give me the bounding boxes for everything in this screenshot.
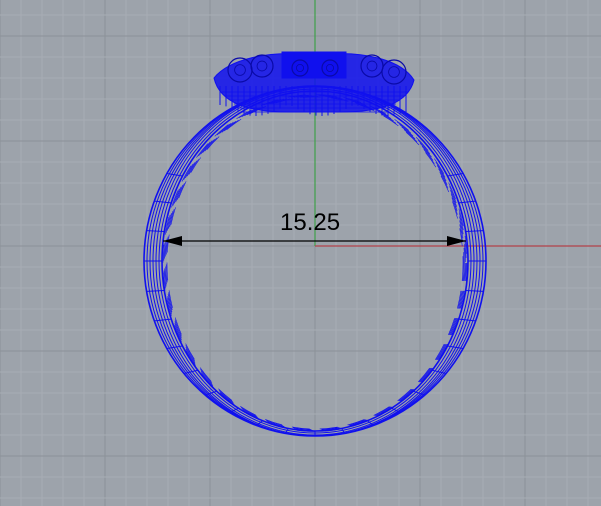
center-stone-setting (281, 51, 347, 79)
dimension-arrow-left (163, 236, 182, 246)
ring-setting-head[interactable] (213, 51, 415, 116)
perspective-viewport[interactable]: 15.25 (0, 0, 601, 506)
dimension-arrow-right (447, 236, 466, 246)
viewport-canvas[interactable] (0, 0, 601, 506)
dimension-value-label[interactable]: 15.25 (280, 211, 340, 235)
